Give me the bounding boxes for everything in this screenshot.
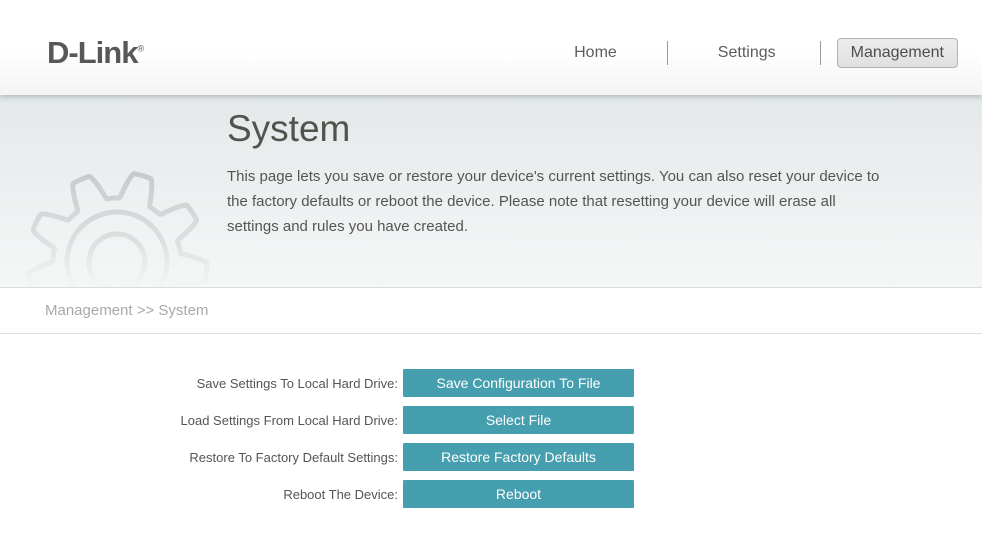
form-row-reboot: Reboot The Device: Reboot: [0, 480, 982, 508]
banner-text: System This page lets you save or restor…: [227, 108, 907, 239]
reboot-label: Reboot The Device:: [0, 487, 398, 502]
restore-factory-defaults-button[interactable]: Restore Factory Defaults: [403, 443, 634, 471]
page-banner: System This page lets you save or restor…: [0, 95, 982, 288]
form-row-save-settings: Save Settings To Local Hard Drive: Save …: [0, 369, 982, 397]
registered-mark: ®: [137, 43, 144, 53]
breadcrumb: Management >> System: [45, 302, 208, 319]
main-nav: Home Settings Management: [572, 38, 958, 68]
gear-icon: [0, 95, 230, 288]
dlink-logo-text: D-Link: [47, 35, 137, 70]
restore-defaults-label: Restore To Factory Default Settings:: [0, 450, 398, 465]
save-settings-label: Save Settings To Local Hard Drive:: [0, 376, 398, 391]
form-row-restore-defaults: Restore To Factory Default Settings: Res…: [0, 443, 982, 471]
header: D-Link® Home Settings Management: [0, 0, 982, 95]
reboot-button[interactable]: Reboot: [403, 480, 634, 508]
nav-item-management[interactable]: Management: [837, 38, 958, 68]
nav-separator: [820, 41, 821, 65]
form-row-load-settings: Load Settings From Local Hard Drive: Sel…: [0, 406, 982, 434]
select-file-button[interactable]: Select File: [403, 406, 634, 434]
page-title: System: [227, 108, 907, 150]
save-configuration-button[interactable]: Save Configuration To File: [403, 369, 634, 397]
nav-separator: [667, 41, 668, 65]
page-description: This page lets you save or restore your …: [227, 164, 889, 239]
breadcrumb-bar: Management >> System: [0, 288, 982, 334]
nav-item-settings[interactable]: Settings: [716, 40, 778, 66]
main-content: Save Settings To Local Hard Drive: Save …: [0, 334, 982, 508]
dlink-logo: D-Link®: [47, 35, 144, 71]
nav-item-home[interactable]: Home: [572, 40, 619, 66]
load-settings-label: Load Settings From Local Hard Drive:: [0, 413, 398, 428]
